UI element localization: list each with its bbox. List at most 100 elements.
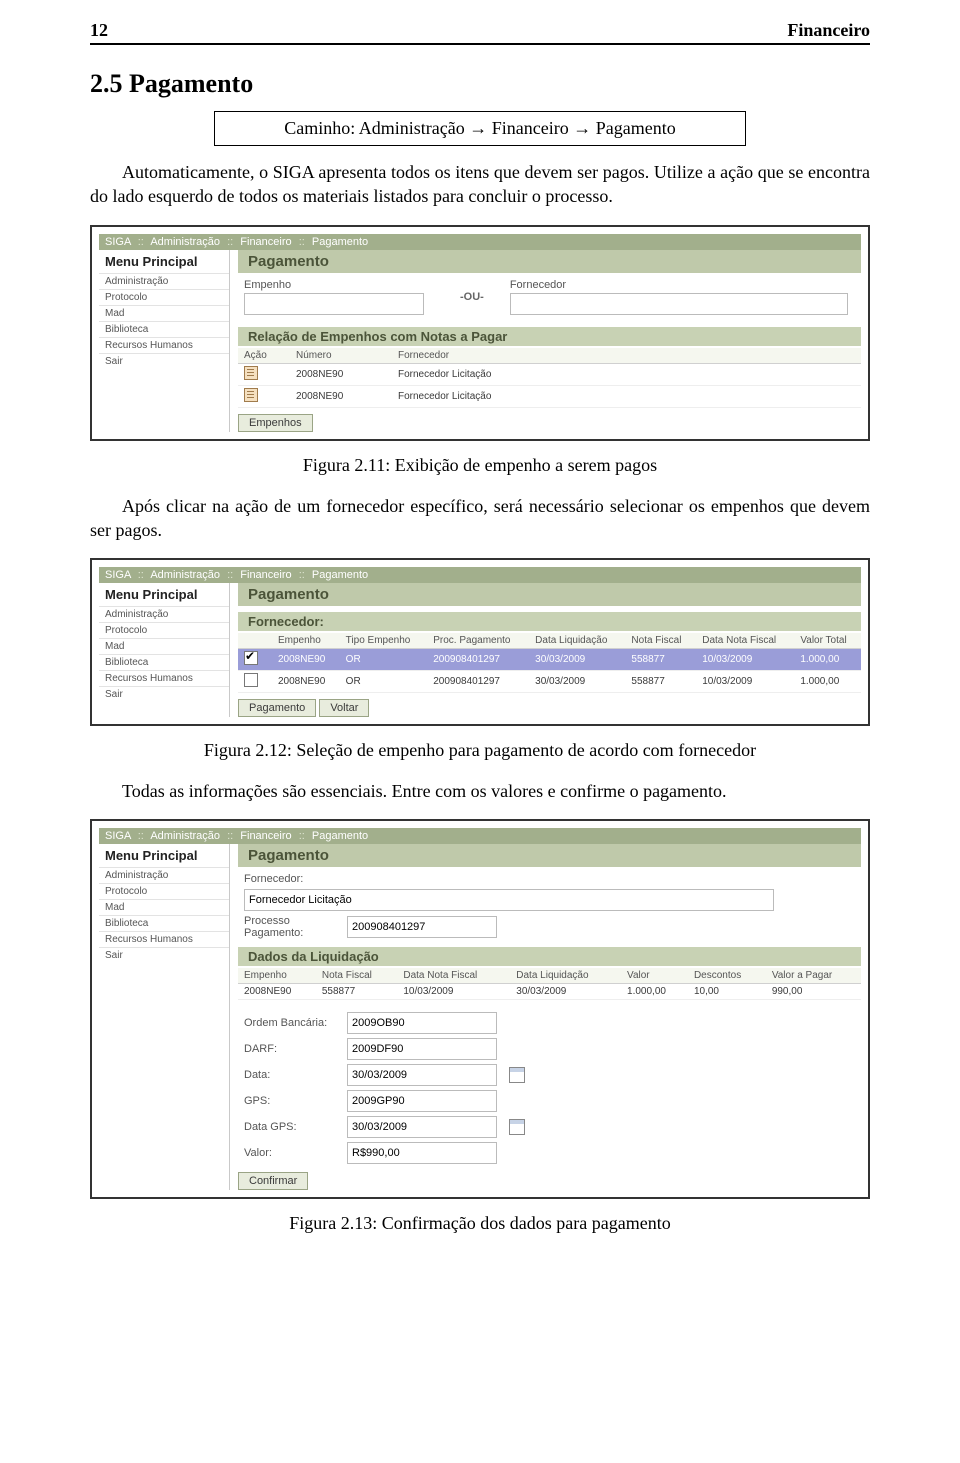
edit-row-icon[interactable] <box>244 388 258 402</box>
empenho-input[interactable] <box>244 293 424 315</box>
pagamento-button[interactable]: Pagamento <box>238 699 316 717</box>
sidebar-item-sair[interactable]: Sair <box>99 686 229 702</box>
label-gps: GPS: <box>244 1095 339 1107</box>
checkbox-icon[interactable] <box>244 673 258 687</box>
sidebar-item-biblioteca[interactable]: Biblioteca <box>99 654 229 670</box>
crumb-admin[interactable]: Administração <box>150 236 220 248</box>
cell-numero: 2008NE90 <box>290 385 392 407</box>
sidebar-item-protocolo[interactable]: Protocolo <box>99 289 229 305</box>
fornecedor-input[interactable] <box>510 293 848 315</box>
cell-dnf: 10/03/2009 <box>696 671 794 693</box>
edit-row-icon[interactable] <box>244 366 258 380</box>
th-dliq: Data Liquidação <box>510 968 621 984</box>
sidebar-item-admin[interactable]: Administração <box>99 867 229 883</box>
ob-field[interactable] <box>347 1012 497 1034</box>
table-row[interactable]: 2008NE90 OR 200908401297 30/03/2009 5588… <box>238 649 861 671</box>
darf-field[interactable] <box>347 1038 497 1060</box>
label-data-gps: Data GPS: <box>244 1121 339 1133</box>
cell-desc: 10,00 <box>688 984 766 1000</box>
checkbox-icon[interactable] <box>244 651 258 665</box>
cell-proc: 200908401297 <box>427 671 529 693</box>
valor-field[interactable] <box>347 1142 497 1164</box>
th-desc: Descontos <box>688 968 766 984</box>
crumb-admin[interactable]: Administração <box>150 830 220 842</box>
sidebar-item-admin[interactable]: Administração <box>99 273 229 289</box>
crumb-financeiro[interactable]: Financeiro <box>240 569 291 581</box>
sidebar-item-mad[interactable]: Mad <box>99 638 229 654</box>
gps-field[interactable] <box>347 1090 497 1112</box>
cell-numero: 2008NE90 <box>290 363 392 385</box>
table-empenhos-fornecedor: Empenho Tipo Empenho Proc. Pagamento Dat… <box>238 633 861 693</box>
crumb-pagamento[interactable]: Pagamento <box>312 569 368 581</box>
cell-dliq: 30/03/2009 <box>529 671 625 693</box>
table-row[interactable]: 2008NE90 OR 200908401297 30/03/2009 5588… <box>238 671 861 693</box>
table-row: 2008NE90 Fornecedor Licitação <box>238 385 861 407</box>
crumb-sep-icon: :: <box>295 236 309 248</box>
data-gps-field[interactable] <box>347 1116 497 1138</box>
crumb-app[interactable]: SIGA <box>105 830 131 842</box>
calendar-icon[interactable] <box>509 1119 525 1135</box>
sidebar-item-biblioteca[interactable]: Biblioteca <box>99 321 229 337</box>
th-dnf: Data Nota Fiscal <box>696 633 794 649</box>
sidebar-item-mad[interactable]: Mad <box>99 899 229 915</box>
cell-tipo: OR <box>340 649 428 671</box>
crumb-app[interactable]: SIGA <box>105 236 131 248</box>
page-number: 12 <box>90 20 108 41</box>
label-data: Data: <box>244 1069 339 1081</box>
sidebar-item-rh[interactable]: Recursos Humanos <box>99 337 229 353</box>
cell-empenho: 2008NE90 <box>238 984 316 1000</box>
cell-dliq: 30/03/2009 <box>510 984 621 1000</box>
breadcrumb: SIGA :: Administração :: Financeiro :: P… <box>99 567 861 583</box>
crumb-sep-icon: :: <box>134 236 148 248</box>
caption-3: Figura 2.13: Confirmação dos dados para … <box>90 1213 870 1234</box>
sidebar-item-protocolo[interactable]: Protocolo <box>99 883 229 899</box>
cell-valor: 1.000,00 <box>794 649 861 671</box>
sidebar-title: Menu Principal <box>99 583 229 606</box>
confirmar-button[interactable]: Confirmar <box>238 1172 308 1190</box>
voltar-button[interactable]: Voltar <box>319 699 369 717</box>
breadcrumb: SIGA :: Administração :: Financeiro :: P… <box>99 828 861 844</box>
sidebar-item-rh[interactable]: Recursos Humanos <box>99 670 229 686</box>
paragraph-3: Todas as informações são essenciais. Ent… <box>90 779 870 803</box>
sidebar-item-protocolo[interactable]: Protocolo <box>99 622 229 638</box>
crumb-app[interactable]: SIGA <box>105 569 131 581</box>
calendar-icon[interactable] <box>509 1067 525 1083</box>
crumb-financeiro[interactable]: Financeiro <box>240 830 291 842</box>
cell-dliq: 30/03/2009 <box>529 649 625 671</box>
crumb-sep-icon: :: <box>223 236 237 248</box>
sidebar-item-admin[interactable]: Administração <box>99 606 229 622</box>
caption-1: Figura 2.11: Exibição de empenho a serem… <box>90 455 870 476</box>
sidebar-item-mad[interactable]: Mad <box>99 305 229 321</box>
crumb-sep-icon: :: <box>223 569 237 581</box>
processo-field[interactable] <box>347 916 497 938</box>
th-numero: Número <box>290 348 392 364</box>
crumb-sep-icon: :: <box>223 830 237 842</box>
cell-fornecedor: Fornecedor Licitação <box>392 385 861 407</box>
subtitle-dados-liq: Dados da Liquidação <box>238 947 861 966</box>
breadcrumb: SIGA :: Administração :: Financeiro :: P… <box>99 234 861 250</box>
sidebar: Menu Principal Administração Protocolo M… <box>99 583 230 717</box>
data-field[interactable] <box>347 1064 497 1086</box>
th-dliq: Data Liquidação <box>529 633 625 649</box>
sidebar: Menu Principal Administração Protocolo M… <box>99 844 230 1190</box>
crumb-sep-icon: :: <box>295 569 309 581</box>
crumb-admin[interactable]: Administração <box>150 569 220 581</box>
cell-tipo: OR <box>340 671 428 693</box>
sidebar-item-sair[interactable]: Sair <box>99 353 229 369</box>
crumb-pagamento[interactable]: Pagamento <box>312 236 368 248</box>
crumb-financeiro[interactable]: Financeiro <box>240 236 291 248</box>
th-valor: Valor Total <box>794 633 861 649</box>
fornecedor-field[interactable] <box>244 889 774 911</box>
caminho-box: Caminho: Administração → Financeiro → Pa… <box>214 111 746 146</box>
th-empenho: Empenho <box>238 968 316 984</box>
cell-empenho: 2008NE90 <box>272 671 340 693</box>
sidebar-item-rh[interactable]: Recursos Humanos <box>99 931 229 947</box>
empenhos-button[interactable]: Empenhos <box>238 414 313 432</box>
sidebar-item-biblioteca[interactable]: Biblioteca <box>99 915 229 931</box>
label-empenho: Empenho <box>244 279 291 291</box>
label-fornecedor: Fornecedor: <box>244 873 339 885</box>
crumb-pagamento[interactable]: Pagamento <box>312 830 368 842</box>
figure-2: SIGA :: Administração :: Financeiro :: P… <box>90 558 870 726</box>
paragraph-2: Após clicar na ação de um fornecedor esp… <box>90 494 870 543</box>
sidebar-item-sair[interactable]: Sair <box>99 947 229 963</box>
